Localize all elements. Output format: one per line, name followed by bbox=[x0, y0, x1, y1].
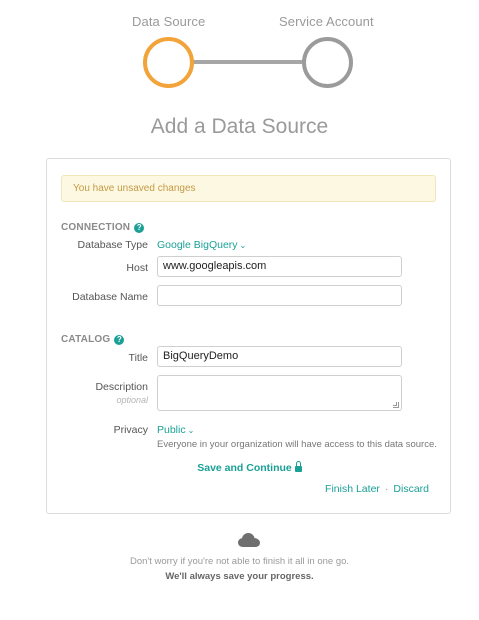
host-input[interactable]: www.googleapis.com bbox=[157, 256, 402, 277]
page-title: Add a Data Source bbox=[150, 115, 329, 138]
cloud-icon bbox=[238, 533, 260, 547]
database-type-select[interactable]: Google BigQuery ⌄ bbox=[157, 239, 246, 251]
step-circle-data-source bbox=[143, 37, 194, 88]
resize-handle-icon[interactable] bbox=[393, 402, 399, 408]
form-footer-links: Finish Later · Discard bbox=[325, 483, 429, 495]
privacy-label: Privacy bbox=[113, 424, 148, 436]
data-source-form-card: You have unsaved changes CONNECTION ? Da… bbox=[46, 158, 451, 514]
discard-link[interactable]: Discard bbox=[393, 483, 429, 495]
description-optional-hint: optional bbox=[116, 395, 148, 405]
host-label: Host bbox=[126, 262, 148, 274]
database-name-input[interactable] bbox=[157, 285, 402, 306]
step-label-service-account: Service Account bbox=[279, 14, 374, 29]
question-circle-icon[interactable]: ? bbox=[114, 334, 125, 345]
unsaved-changes-alert: You have unsaved changes bbox=[61, 175, 436, 202]
link-separator: · bbox=[384, 483, 389, 495]
question-circle-icon[interactable]: ? bbox=[134, 222, 145, 233]
finish-later-link[interactable]: Finish Later bbox=[325, 483, 380, 495]
catalog-heading: CATALOG ? bbox=[61, 334, 125, 345]
step-label-data-source: Data Source bbox=[132, 14, 206, 29]
database-type-label: Database Type bbox=[77, 239, 148, 251]
chevron-down-icon: ⌄ bbox=[239, 241, 247, 250]
chevron-down-icon: ⌄ bbox=[187, 426, 195, 435]
save-and-continue-label: Save and Continue bbox=[197, 462, 292, 474]
connection-heading: CONNECTION ? bbox=[61, 222, 145, 233]
connection-heading-text: CONNECTION bbox=[61, 222, 131, 233]
title-input[interactable]: BigQueryDemo bbox=[157, 346, 402, 367]
lock-icon bbox=[294, 461, 302, 472]
privacy-value: Public bbox=[157, 424, 186, 436]
save-progress-text: We'll always save your progress. bbox=[165, 571, 314, 582]
title-label: Title bbox=[128, 352, 148, 364]
step-circle-service-account bbox=[302, 37, 353, 88]
reassurance-text: Don't worry if you're not able to finish… bbox=[129, 556, 350, 567]
privacy-select[interactable]: Public ⌄ bbox=[157, 424, 194, 436]
database-type-value: Google BigQuery bbox=[157, 239, 238, 251]
save-and-continue-button[interactable]: Save and Continue bbox=[47, 461, 452, 474]
description-label: Description bbox=[95, 381, 148, 393]
catalog-heading-text: CATALOG bbox=[61, 334, 111, 345]
description-textarea[interactable] bbox=[157, 375, 402, 411]
step-connector bbox=[192, 60, 304, 64]
database-name-label: Database Name bbox=[72, 291, 148, 303]
privacy-help-text: Everyone in your organization will have … bbox=[157, 439, 437, 450]
